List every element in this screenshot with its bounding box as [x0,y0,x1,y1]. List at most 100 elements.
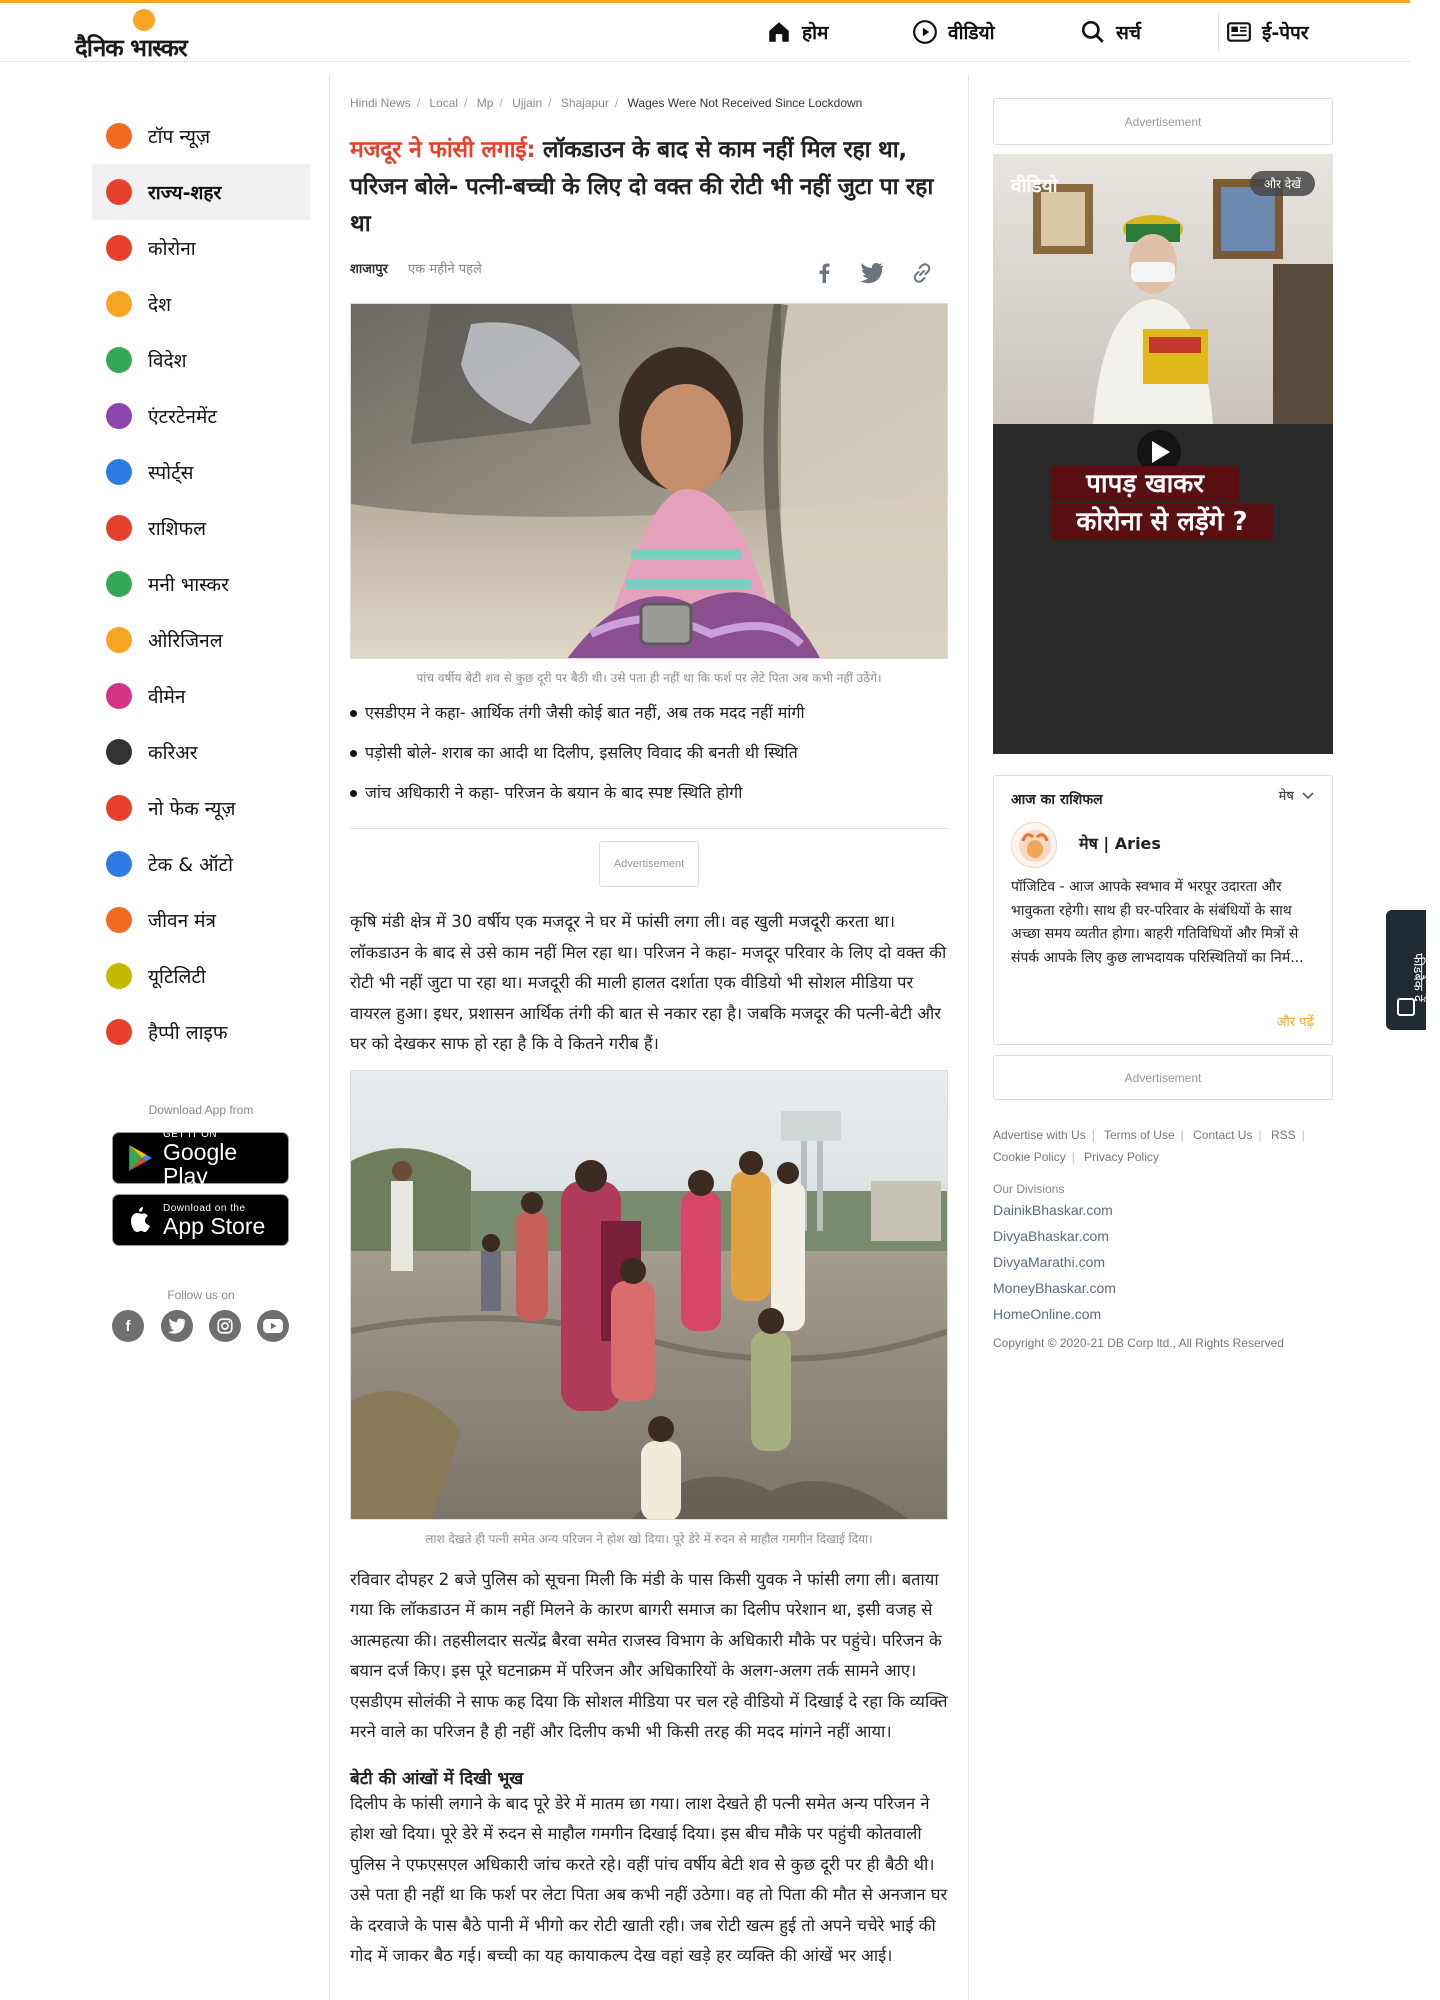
play-circle-icon [913,20,937,44]
family-photo-caption: लाश देखते ही पत्नी समेत अन्य परिजन ने हो… [425,1531,873,1546]
article-subhead: बेटी की आंखों में दिखी भूख [350,1768,524,1789]
chevron-down-icon [1302,792,1314,800]
youtube-icon[interactable] [257,1310,289,1342]
category-sidebar: टॉप न्यूज़ राज्य-शहर कोरोना देश विदेश एंटरटेन… [92,108,310,1060]
nav-home-label: होम [802,22,829,44]
footer-link[interactable]: Cookie Policy [993,1150,1066,1164]
article-meta: शाजापुर एक महीने पहले [350,259,948,289]
sidebar-item-label: राशिफल [148,518,207,540]
facebook-icon[interactable]: f [112,1310,144,1342]
video-widget-title: वीडियो [1011,175,1058,197]
sidebar-item-label: देश [148,294,172,316]
women-icon [106,683,132,709]
feedback-icon [1397,998,1415,1016]
sidebar-item[interactable]: स्पोर्ट्स [92,444,310,500]
article-paragraph: रविवार दोपहर 2 बजे पुलिस को सूचना मिली क… [350,1569,948,1742]
left-column-divider [329,75,330,2000]
rail-ad[interactable]: Advertisement [993,98,1333,145]
apple-icon [131,1207,150,1232]
sidebar-item[interactable]: जीवन मंत्र [92,892,310,948]
nav-video[interactable]: वीडियो [912,3,995,61]
division-link[interactable]: DivyaBhaskar.com [993,1228,1333,1248]
sidebar-item[interactable]: नो फेक न्यूज़ [92,780,310,836]
nav-video-label: वीडियो [948,22,995,44]
division-link[interactable]: DivyaMarathi.com [993,1254,1333,1274]
sidebar-item[interactable]: राशिफल [92,500,310,556]
zodiac-select[interactable]: मेष [1279,786,1314,804]
breadcrumb-item[interactable]: Mp [477,96,494,110]
publish-time: एक महीने पहले [408,262,482,277]
highlight-item: पड़ोसी बोले- शराब का आदी था दिलीप, इसलिए… [350,742,948,782]
sidebar-item-label: वीमेन [148,686,186,708]
video-more-button[interactable]: और देखें [1249,171,1315,196]
nav-search[interactable]: सर्च [1080,3,1141,61]
breadcrumb-item[interactable]: Hindi News [350,96,411,110]
logo-text: दैनिक भास्कर [75,34,188,62]
sidebar-item[interactable]: टॉप न्यूज़ [92,108,310,164]
video-widget[interactable]: वीडियो और देखें पापड़ खाकर कोरोना से लड़… [993,154,1333,754]
sidebar-item[interactable]: वीमेन [92,668,310,724]
inline-ad[interactable]: Advertisement [599,841,699,887]
footer-link[interactable]: Contact Us [1193,1128,1252,1142]
sidebar-item-label: मनी भास्कर [148,574,229,596]
sidebar-item[interactable]: यूटिलिटी [92,948,310,1004]
app-store-button[interactable]: Download on the App Store [112,1194,289,1246]
breadcrumb: Hindi News / Local / Mp / Ujjain / Shajapur /… [350,96,863,110]
read-more-link[interactable]: और पढ़ें [1277,1012,1314,1030]
facebook-share-icon[interactable] [812,261,836,285]
sidebar-item[interactable]: राज्य-शहर [92,164,310,220]
footer-link[interactable]: Privacy Policy [1084,1150,1159,1164]
sidebar-item[interactable]: ओरिजिनल [92,612,310,668]
right-rail: Advertisement वीडियो और देखें पापड़ खाकर… [993,98,1333,1350]
breadcrumb-item[interactable]: Ujjain [512,96,542,110]
site-logo[interactable]: दैनिक भास्कर [75,9,225,62]
article-paragraph: कृषि मंडी क्षेत्र में 30 वर्षीय एक मजदूर… [350,912,947,1053]
sidebar-item[interactable]: हैप्पी लाइफ [92,1004,310,1060]
sidebar-item-label: नो फेक न्यूज़ [148,798,236,820]
sidebar-item[interactable]: टेक & ऑटो [92,836,310,892]
highlight-item: एसडीएम ने कहा- आर्थिक तंगी जैसी कोई बात … [350,702,948,742]
footer-link[interactable]: RSS [1271,1128,1296,1142]
division-link[interactable]: DainikBhaskar.com [993,1202,1333,1222]
feedback-tab[interactable]: फीडबैक दें [1386,910,1426,1030]
copy-link-icon[interactable] [910,261,934,285]
breadcrumb-item[interactable]: Local [429,96,458,110]
sidebar-item-label: यूटिलिटी [148,966,206,988]
division-link[interactable]: HomeOnline.com [993,1306,1333,1326]
newspaper-icon [1227,22,1251,42]
sidebar-item[interactable]: मनी भास्कर [92,556,310,612]
sidebar-item-label: हैप्पी लाइफ [148,1022,228,1044]
sidebar-item[interactable]: करिअर [92,724,310,780]
horoscope-widget: आज का राशिफल मेष मेष | Aries पॉजिटिव - आ… [993,775,1333,1045]
article-headline: मजदूर ने फांसी लगाई: लॉकडाउन के बाद से क… [350,132,948,243]
sidebar-item[interactable]: एंटरटेनमेंट [92,388,310,444]
article-main: Hindi News / Local / Mp / Ujjain / Shajapur /… [350,96,948,1972]
breadcrumb-current: Wages Were Not Received Since Lockdown [627,96,863,110]
sidebar-item[interactable]: कोरोना [92,220,310,276]
sidebar-item[interactable]: देश [92,276,310,332]
twitter-share-icon[interactable] [860,261,884,285]
google-play-button[interactable]: GET IT ON Google Play [112,1129,289,1188]
headline-kicker: मजदूर ने फांसी लगाई: [350,137,536,163]
rail-ad-bottom[interactable]: Advertisement [993,1055,1333,1100]
divisions-label: Our Divisions [993,1182,1065,1196]
copyright-text: Copyright © 2020-21 DB Corp ltd., All Ri… [993,1336,1284,1350]
breadcrumb-item[interactable]: Shajapur [561,96,609,110]
division-link[interactable]: MoneyBhaskar.com [993,1280,1333,1300]
sidebar-item[interactable]: विदेश [92,332,310,388]
app-store-small: Download on the [163,1202,246,1214]
twitter-icon[interactable] [161,1310,193,1342]
top-header: दैनिक भास्कर होम वीडियो सर्च ई-पेपर [0,0,1410,62]
footer-link[interactable]: Advertise with Us [993,1128,1086,1142]
horoscope-text: पॉजिटिव - आज आपके स्वभाव में भरपूर उदारत… [1011,879,1304,966]
nav-epaper[interactable]: ई-पेपर [1226,3,1309,61]
highlight-item: जांच अधिकारी ने कहा- परिजन के बयान के बा… [350,782,948,822]
rupee-icon [106,571,132,597]
nav-home[interactable]: होम [766,3,828,61]
instagram-icon[interactable] [209,1310,241,1342]
lead-photo [350,303,948,659]
footer-link[interactable]: Terms of Use [1104,1128,1175,1142]
aries-icon [1011,822,1057,868]
zodiac-wheel-icon [106,515,132,541]
fire-icon [106,123,132,149]
